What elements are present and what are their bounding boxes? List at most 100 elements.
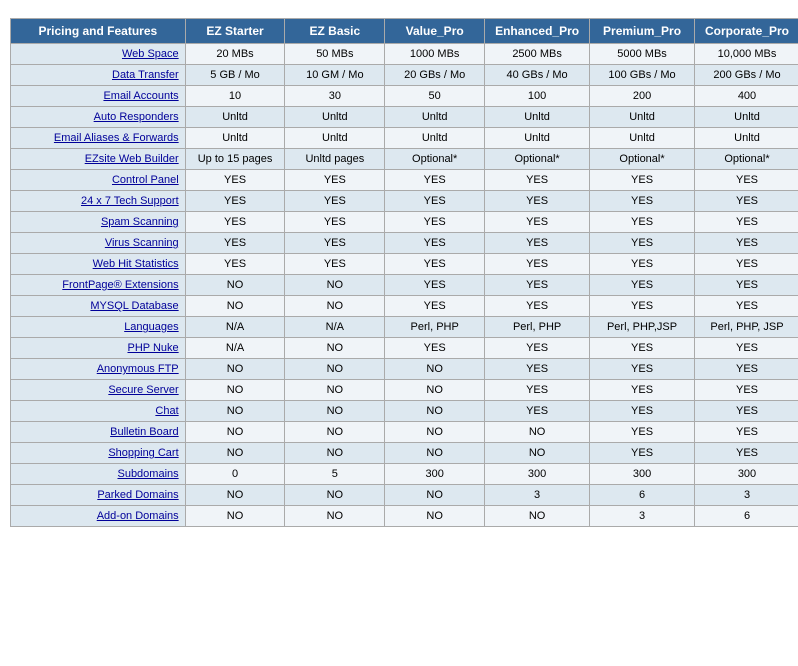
value-cell: NO	[185, 485, 285, 506]
value-cell: Perl, PHP,JSP	[590, 317, 695, 338]
value-cell: NO	[285, 401, 385, 422]
value-cell: 30	[285, 86, 385, 107]
table-row: Subdomains05300300300300	[11, 464, 798, 485]
value-cell: 50	[385, 86, 485, 107]
value-cell: NO	[185, 506, 285, 527]
feature-link[interactable]: Data Transfer	[112, 69, 179, 81]
value-cell: Unltd	[285, 128, 385, 149]
table-row: LanguagesN/AN/APerl, PHPPerl, PHPPerl, P…	[11, 317, 798, 338]
table-row: PHP NukeN/ANOYESYESYESYES	[11, 338, 798, 359]
value-cell: YES	[385, 338, 485, 359]
feature-link[interactable]: Shopping Cart	[108, 447, 178, 459]
feature-link[interactable]: 24 x 7 Tech Support	[81, 195, 179, 207]
feature-link[interactable]: EZsite Web Builder	[85, 153, 179, 165]
value-cell: 10,000 MBs	[695, 44, 798, 65]
value-cell: YES	[185, 254, 285, 275]
feature-link[interactable]: Chat	[155, 405, 178, 417]
feature-link[interactable]: Bulletin Board	[110, 426, 179, 438]
value-cell: NO	[385, 443, 485, 464]
value-cell: NO	[385, 401, 485, 422]
table-row: Shopping CartNONONONOYESYES	[11, 443, 798, 464]
feature-link[interactable]: Languages	[124, 321, 178, 333]
feature-cell: EZsite Web Builder	[11, 149, 186, 170]
value-cell: 5 GB / Mo	[185, 65, 285, 86]
value-cell: YES	[695, 275, 798, 296]
feature-link[interactable]: PHP Nuke	[127, 342, 178, 354]
feature-link[interactable]: Auto Responders	[94, 111, 179, 123]
table-row: Web Hit StatisticsYESYESYESYESYESYES	[11, 254, 798, 275]
value-cell: 50 MBs	[285, 44, 385, 65]
value-cell: NO	[385, 380, 485, 401]
feature-link[interactable]: Subdomains	[117, 468, 178, 480]
value-cell: YES	[695, 212, 798, 233]
value-cell: Unltd	[385, 128, 485, 149]
value-cell: NO	[485, 506, 590, 527]
value-cell: 100 GBs / Mo	[590, 65, 695, 86]
value-cell: YES	[590, 443, 695, 464]
value-cell: YES	[590, 170, 695, 191]
table-row: Virus ScanningYESYESYESYESYESYES	[11, 233, 798, 254]
feature-cell: Email Aliases & Forwards	[11, 128, 186, 149]
value-cell: 10	[185, 86, 285, 107]
value-cell: YES	[695, 443, 798, 464]
table-row: EZsite Web BuilderUp to 15 pagesUnltd pa…	[11, 149, 798, 170]
value-cell: YES	[590, 380, 695, 401]
value-cell: 1000 MBs	[385, 44, 485, 65]
value-cell: NO	[185, 443, 285, 464]
feature-link[interactable]: FrontPage® Extensions	[62, 279, 178, 291]
value-cell: NO	[185, 401, 285, 422]
value-cell: 300	[695, 464, 798, 485]
feature-cell: Subdomains	[11, 464, 186, 485]
value-cell: N/A	[185, 317, 285, 338]
value-cell: YES	[590, 254, 695, 275]
value-cell: 300	[385, 464, 485, 485]
value-cell: YES	[590, 338, 695, 359]
table-row: 24 x 7 Tech SupportYESYESYESYESYESYES	[11, 191, 798, 212]
header-corporate-pro: Corporate_Pro	[695, 19, 798, 44]
feature-link[interactable]: Anonymous FTP	[97, 363, 179, 375]
feature-cell: Secure Server	[11, 380, 186, 401]
value-cell: NO	[285, 485, 385, 506]
feature-cell: Spam Scanning	[11, 212, 186, 233]
feature-cell: Shopping Cart	[11, 443, 186, 464]
value-cell: YES	[385, 212, 485, 233]
feature-link[interactable]: Virus Scanning	[105, 237, 179, 249]
table-row: Anonymous FTPNONONOYESYESYES	[11, 359, 798, 380]
feature-link[interactable]: Email Aliases & Forwards	[54, 132, 179, 144]
value-cell: YES	[485, 338, 590, 359]
value-cell: YES	[485, 170, 590, 191]
value-cell: NO	[385, 485, 485, 506]
feature-link[interactable]: Control Panel	[112, 174, 179, 186]
value-cell: NO	[385, 359, 485, 380]
feature-link[interactable]: Web Hit Statistics	[93, 258, 179, 270]
value-cell: 20 GBs / Mo	[385, 65, 485, 86]
feature-link[interactable]: Email Accounts	[103, 90, 178, 102]
feature-link[interactable]: Parked Domains	[97, 489, 178, 501]
value-cell: YES	[590, 275, 695, 296]
table-row: FrontPage® ExtensionsNONOYESYESYESYES	[11, 275, 798, 296]
feature-link[interactable]: Add-on Domains	[97, 510, 179, 522]
value-cell: 3	[695, 485, 798, 506]
value-cell: 200	[590, 86, 695, 107]
feature-link[interactable]: MYSQL Database	[90, 300, 178, 312]
value-cell: Unltd	[590, 128, 695, 149]
value-cell: YES	[695, 170, 798, 191]
table-row: Add-on DomainsNONONONO36	[11, 506, 798, 527]
feature-link[interactable]: Spam Scanning	[101, 216, 179, 228]
header-ez-starter: EZ Starter	[185, 19, 285, 44]
table-row: Parked DomainsNONONO363	[11, 485, 798, 506]
header-enhanced-pro: Enhanced_Pro	[485, 19, 590, 44]
value-cell: YES	[695, 380, 798, 401]
feature-cell: Web Space	[11, 44, 186, 65]
value-cell: YES	[485, 275, 590, 296]
feature-cell: Web Hit Statistics	[11, 254, 186, 275]
comparison-table: Pricing and Features EZ Starter EZ Basic…	[10, 18, 798, 527]
feature-link[interactable]: Secure Server	[108, 384, 178, 396]
feature-link[interactable]: Web Space	[122, 48, 179, 60]
value-cell: YES	[485, 359, 590, 380]
value-cell: YES	[185, 170, 285, 191]
value-cell: YES	[185, 191, 285, 212]
table-row: Spam ScanningYESYESYESYESYESYES	[11, 212, 798, 233]
value-cell: YES	[485, 380, 590, 401]
value-cell: YES	[385, 254, 485, 275]
